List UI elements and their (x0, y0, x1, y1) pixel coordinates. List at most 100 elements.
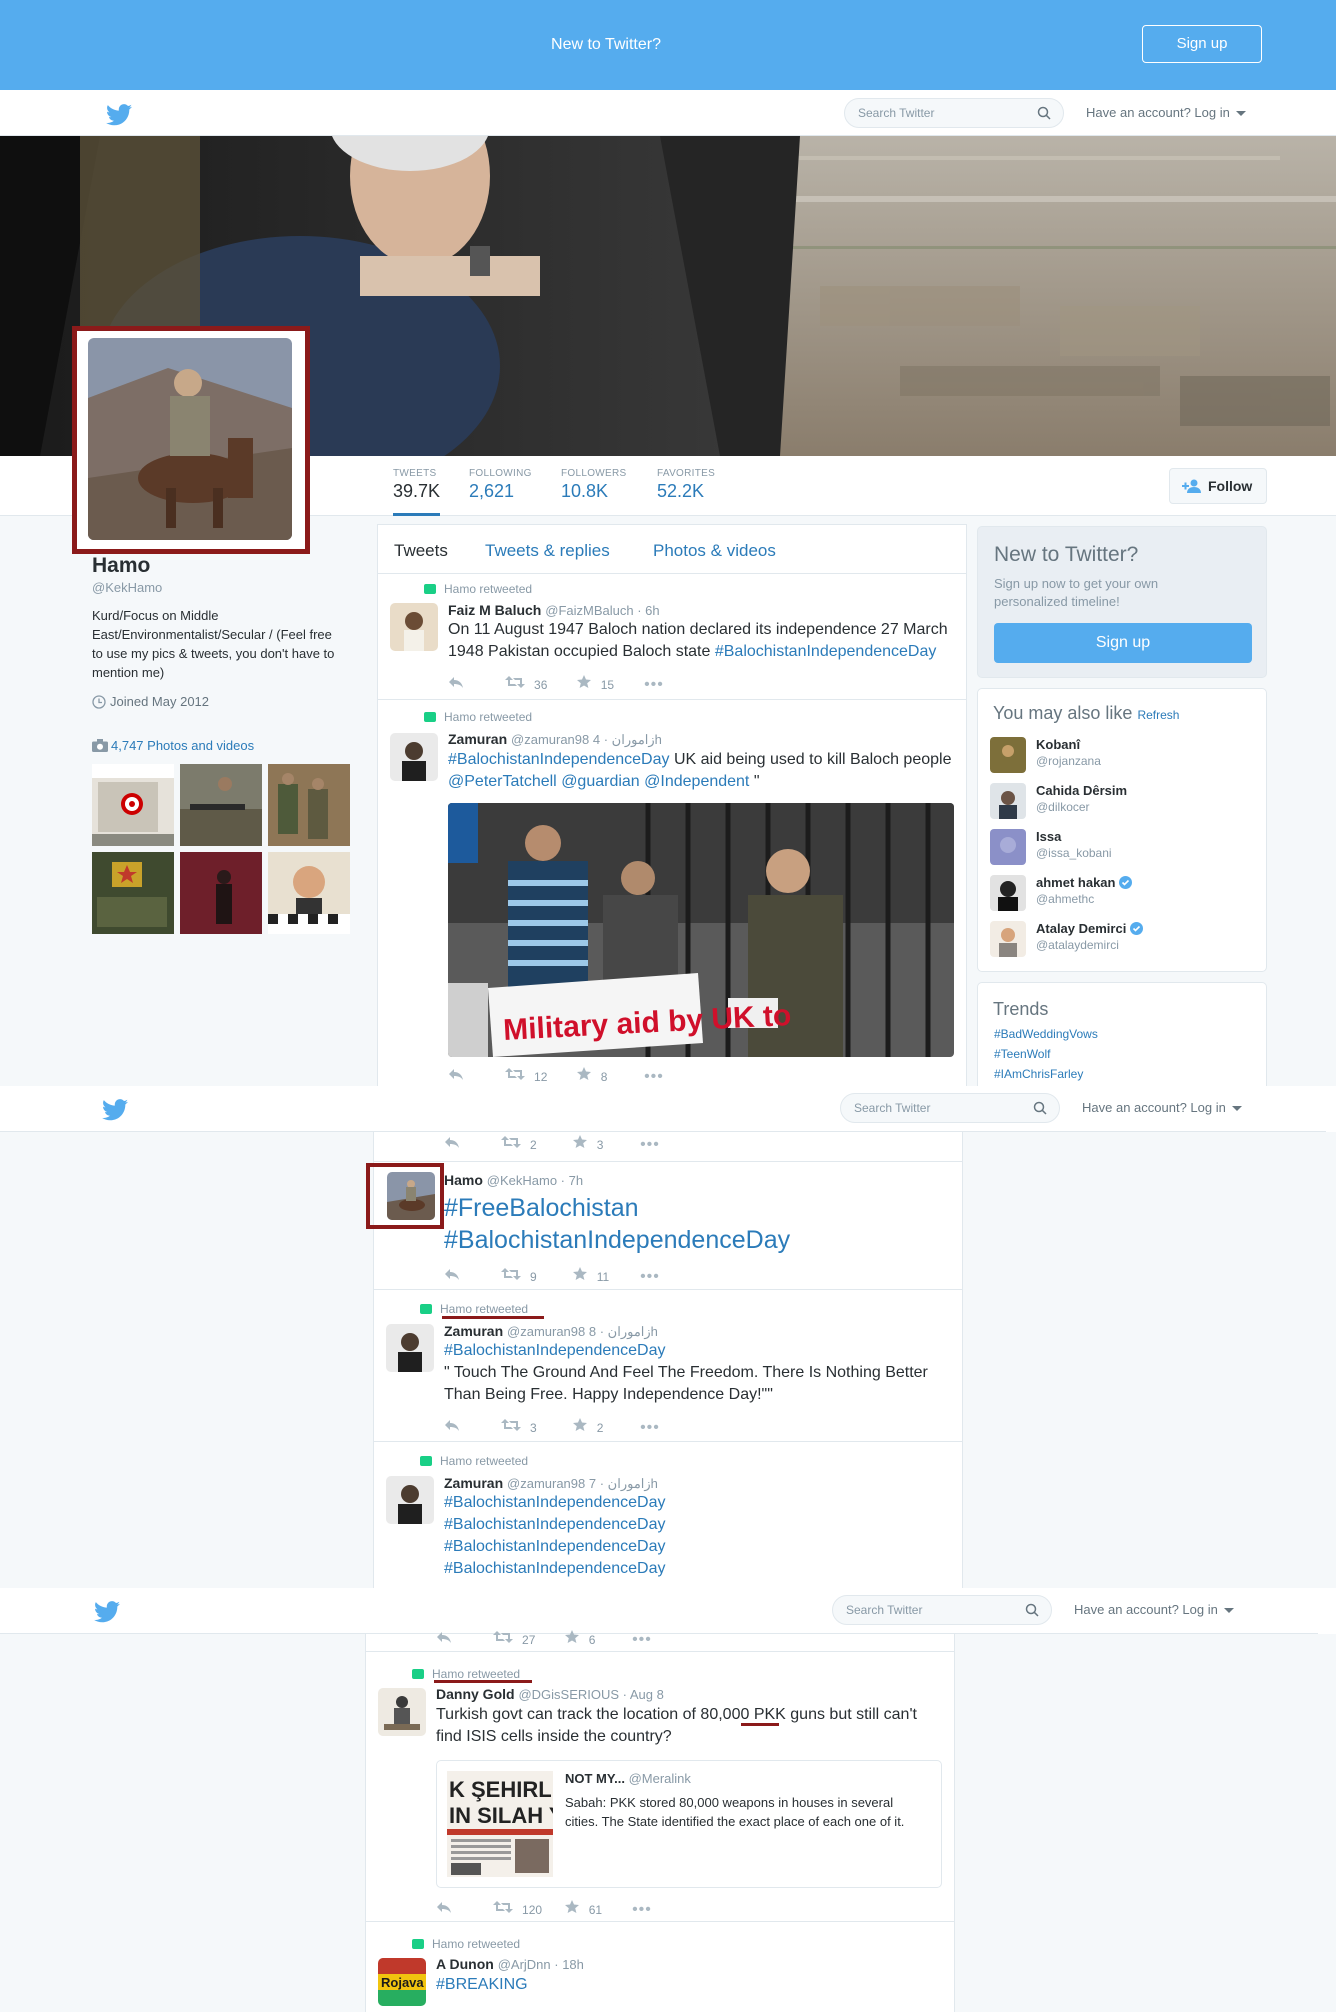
hashtag-link[interactable]: #BREAKING (436, 1976, 528, 1993)
wtf-refresh-link[interactable]: Refresh (1137, 708, 1179, 722)
more-icon[interactable]: ••• (640, 1268, 660, 1286)
twitter-bird-icon[interactable] (102, 1099, 128, 1121)
retweet-action-icon[interactable] (500, 1268, 521, 1280)
login-link[interactable]: Have an account? Log in (1086, 105, 1246, 120)
tweet-actions: 3 2 ••• (444, 1418, 660, 1437)
tweet-avatar[interactable]: Rojava (378, 1958, 426, 2006)
tweet-avatar[interactable] (378, 1688, 426, 1736)
side-signup-button[interactable]: Sign up (994, 623, 1252, 663)
photo-thumb[interactable] (268, 764, 350, 846)
hashtag-link[interactable]: #BalochistanIndependenceDay (444, 1342, 666, 1359)
star-icon[interactable] (573, 1135, 588, 1148)
login-link[interactable]: Have an account? Log in (1082, 1100, 1242, 1115)
retweet-action-icon[interactable] (492, 1901, 513, 1913)
retweet-action-icon[interactable] (500, 1419, 521, 1431)
hashtag-link[interactable]: #BalochistanIndependenceDay (444, 1494, 666, 1511)
photo-thumb[interactable] (268, 852, 350, 934)
star-icon[interactable] (565, 1900, 580, 1913)
tweet-author[interactable]: Hamo @KekHamo · 7h (444, 1172, 583, 1188)
more-icon[interactable]: ••• (640, 1136, 660, 1154)
tweet-avatar[interactable] (387, 1172, 435, 1220)
tweet-author[interactable]: Zamuran @zamuran98 زاموران · 4h (448, 731, 662, 748)
more-icon[interactable]: ••• (632, 1631, 652, 1649)
photos-videos-link[interactable]: 4,747 Photos and videos (92, 738, 254, 753)
quoted-tweet[interactable]: K ŞEHIRLE IN SILAH YIĞ NOT MY... @Merali… (436, 1760, 942, 1888)
tweet-author[interactable]: Zamuran @zamuran98 زاموران · 8h (444, 1323, 658, 1340)
login-link[interactable]: Have an account? Log in (1074, 1602, 1234, 1617)
stat-followers[interactable]: FOLLOWERS 10.8K (561, 468, 627, 502)
reply-icon[interactable] (444, 1136, 460, 1148)
wtf-user[interactable]: Cahida Dêrsim @dilkocer (990, 783, 1230, 819)
star-icon[interactable] (565, 1630, 580, 1643)
banner-signup-button[interactable]: Sign up (1142, 25, 1262, 63)
tab-photos-videos[interactable]: Photos & videos (653, 541, 776, 561)
wtf-user[interactable]: Kobanî @rojanzana (990, 737, 1230, 773)
trend-item[interactable]: #IAmChrisFarley (994, 1067, 1083, 1081)
search-input[interactable]: Search Twitter (844, 98, 1064, 128)
search-icon[interactable] (1025, 1603, 1039, 1617)
trend-item[interactable]: #TeenWolf (994, 1047, 1050, 1061)
tweet-author[interactable]: Faiz M Baluch @FaizMBaluch · 6h (448, 602, 660, 618)
more-icon[interactable]: ••• (632, 1901, 652, 1919)
quoted-author[interactable]: NOT MY... @Meralink (565, 1771, 691, 1786)
photo-thumb[interactable] (92, 764, 174, 846)
mention-link[interactable]: @Independent (644, 773, 749, 790)
reply-icon[interactable] (448, 676, 464, 688)
wtf-user[interactable]: ahmet hakan @ahmethc (990, 875, 1230, 911)
mention-link[interactable]: @PeterTatchell (448, 773, 557, 790)
more-icon[interactable]: ••• (644, 1068, 664, 1086)
star-icon[interactable] (573, 1267, 588, 1280)
reply-icon[interactable] (448, 1068, 464, 1080)
tweet-avatar[interactable] (390, 603, 438, 651)
profile-name[interactable]: Hamo (92, 554, 150, 578)
reply-icon[interactable] (436, 1631, 452, 1643)
stat-favorites[interactable]: FAVORITES 52.2K (657, 468, 715, 502)
photo-thumb[interactable] (180, 852, 262, 934)
hashtag-link[interactable]: #BalochistanIndependenceDay (444, 1226, 790, 1254)
more-icon[interactable]: ••• (644, 676, 664, 694)
search-input[interactable]: Search Twitter (840, 1093, 1060, 1123)
retweet-action-icon[interactable] (500, 1136, 521, 1148)
photo-thumb[interactable] (180, 764, 262, 846)
reply-icon[interactable] (444, 1419, 460, 1431)
wtf-user[interactable]: Atalay Demirci @atalaydemirci (990, 921, 1230, 957)
tweet-avatar[interactable] (386, 1324, 434, 1372)
tab-tweets[interactable]: Tweets (394, 541, 448, 561)
trend-item[interactable]: #BadWeddingVows (994, 1027, 1098, 1041)
retweet-action-icon[interactable] (504, 1068, 525, 1080)
tweet-author[interactable]: Danny Gold @DGisSERIOUS · Aug 8 (436, 1686, 664, 1702)
hashtag-link[interactable]: #BalochistanIndependenceDay (444, 1538, 666, 1555)
star-icon[interactable] (577, 1067, 592, 1080)
retweet-action-icon[interactable] (492, 1631, 513, 1643)
hashtag-link[interactable]: #BalochistanIndependenceDay (444, 1560, 666, 1577)
tab-tweets-replies[interactable]: Tweets & replies (485, 541, 610, 561)
tweet-avatar[interactable] (386, 1476, 434, 1524)
tweet-avatar[interactable] (390, 733, 438, 781)
follow-button[interactable]: Follow (1169, 468, 1267, 504)
twitter-bird-icon[interactable] (106, 104, 132, 126)
search-icon[interactable] (1037, 106, 1051, 120)
hashtag-link[interactable]: #BalochistanIndependenceDay (448, 751, 670, 768)
twitter-bird-icon[interactable] (94, 1601, 120, 1623)
hashtag-link[interactable]: #BalochistanIndependenceDay (444, 1516, 666, 1533)
tweet-author[interactable]: Zamuran @zamuran98 زاموران · 7h (444, 1475, 658, 1492)
reply-icon[interactable] (436, 1901, 452, 1913)
retweet-action-icon[interactable] (504, 676, 525, 688)
tweet-media[interactable]: Military aid by UK to (448, 803, 954, 1057)
stat-tweets[interactable]: TWEETS 39.7K (393, 468, 441, 516)
more-icon[interactable]: ••• (640, 1419, 660, 1437)
hashtag-link[interactable]: #BalochistanIndependenceDay (715, 643, 937, 660)
reply-icon[interactable] (444, 1268, 460, 1280)
search-input[interactable]: Search Twitter (832, 1595, 1052, 1625)
camera-icon (92, 739, 108, 752)
stat-following[interactable]: FOLLOWING 2,621 (469, 468, 532, 502)
hashtag-link[interactable]: #FreeBalochistan (444, 1194, 639, 1222)
photo-thumb[interactable] (92, 852, 174, 934)
profile-avatar[interactable] (88, 338, 292, 540)
mention-link[interactable]: @guardian (561, 773, 640, 790)
star-icon[interactable] (573, 1418, 588, 1431)
star-icon[interactable] (577, 675, 592, 688)
search-icon[interactable] (1033, 1101, 1047, 1115)
tweet-author[interactable]: A Dunon @ArjDnn · 18h (436, 1956, 584, 1972)
wtf-user[interactable]: Issa @issa_kobani (990, 829, 1230, 865)
